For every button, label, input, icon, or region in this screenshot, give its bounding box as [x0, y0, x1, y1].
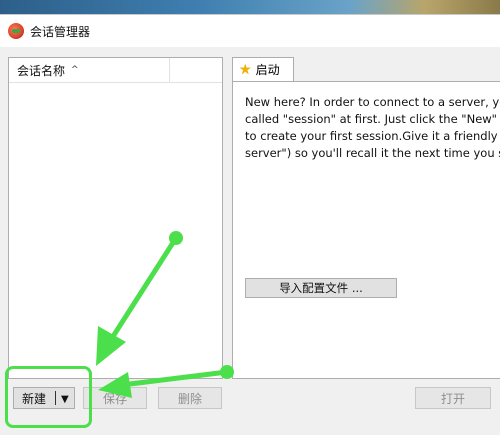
session-list-header: 会话名称 ^ [9, 58, 222, 83]
tab-strip: ★ 启动 [232, 57, 500, 81]
welcome-line: called "session" at first. Just click th… [245, 112, 500, 126]
import-config-button[interactable]: 导入配置文件 ... [245, 278, 397, 298]
split-divider [55, 391, 56, 405]
session-list[interactable]: 会话名称 ^ [8, 57, 223, 379]
tab-startup[interactable]: ★ 启动 [232, 57, 294, 81]
session-manager-window: 会话管理器 会话名称 ^ ★ 启动 New here? In order to … [0, 14, 500, 435]
save-button[interactable]: 保存 [83, 387, 147, 409]
welcome-line: server") so you'll recall it the next ti… [245, 146, 500, 160]
new-button-label: 新建 [22, 391, 47, 406]
welcome-line: New here? In order to connect to a serve… [245, 95, 500, 109]
open-button[interactable]: 打开 [415, 387, 491, 409]
star-icon: ★ [239, 61, 252, 78]
delete-button[interactable]: 删除 [158, 387, 222, 409]
welcome-text: New here? In order to connect to a serve… [245, 94, 500, 162]
window-title: 会话管理器 [30, 24, 91, 39]
column-divider[interactable] [169, 58, 170, 82]
triangle-down-icon[interactable]: ▼ [61, 394, 69, 405]
column-header-session-name[interactable]: 会话名称 ^ [9, 62, 79, 79]
tab-label: 启动 [255, 63, 280, 77]
new-session-button[interactable]: 新建 ▼ [13, 387, 75, 409]
app-logo-icon [8, 23, 24, 39]
column-header-label: 会话名称 [17, 63, 66, 78]
welcome-line: to create your first session.Give it a f… [245, 129, 500, 143]
title-bar: 会话管理器 [0, 15, 500, 47]
startup-tab-content: New here? In order to connect to a serve… [232, 81, 500, 379]
sort-up-icon: ^ [71, 65, 79, 75]
